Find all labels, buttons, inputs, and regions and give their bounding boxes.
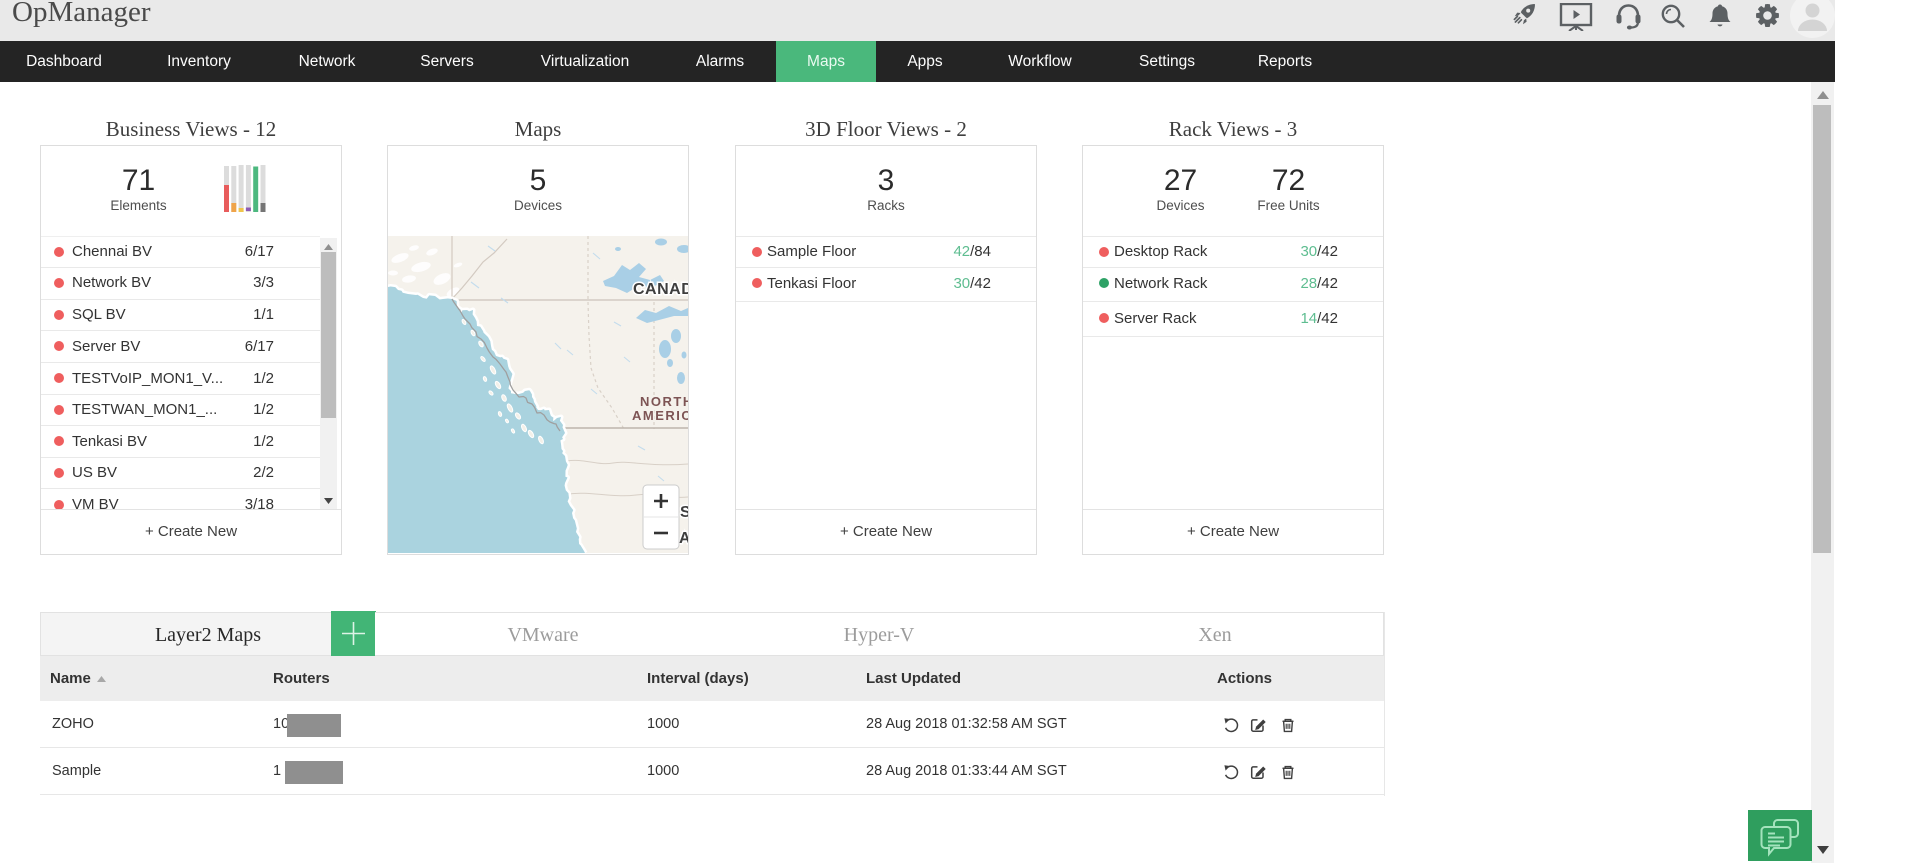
svg-text:ST: ST xyxy=(680,504,688,521)
svg-text:A: A xyxy=(679,530,688,547)
svg-text:CANADA: CANADA xyxy=(633,281,688,298)
svg-text:AMERICAN: AMERICAN xyxy=(632,408,688,423)
svg-text:NORTH: NORTH xyxy=(640,394,688,409)
